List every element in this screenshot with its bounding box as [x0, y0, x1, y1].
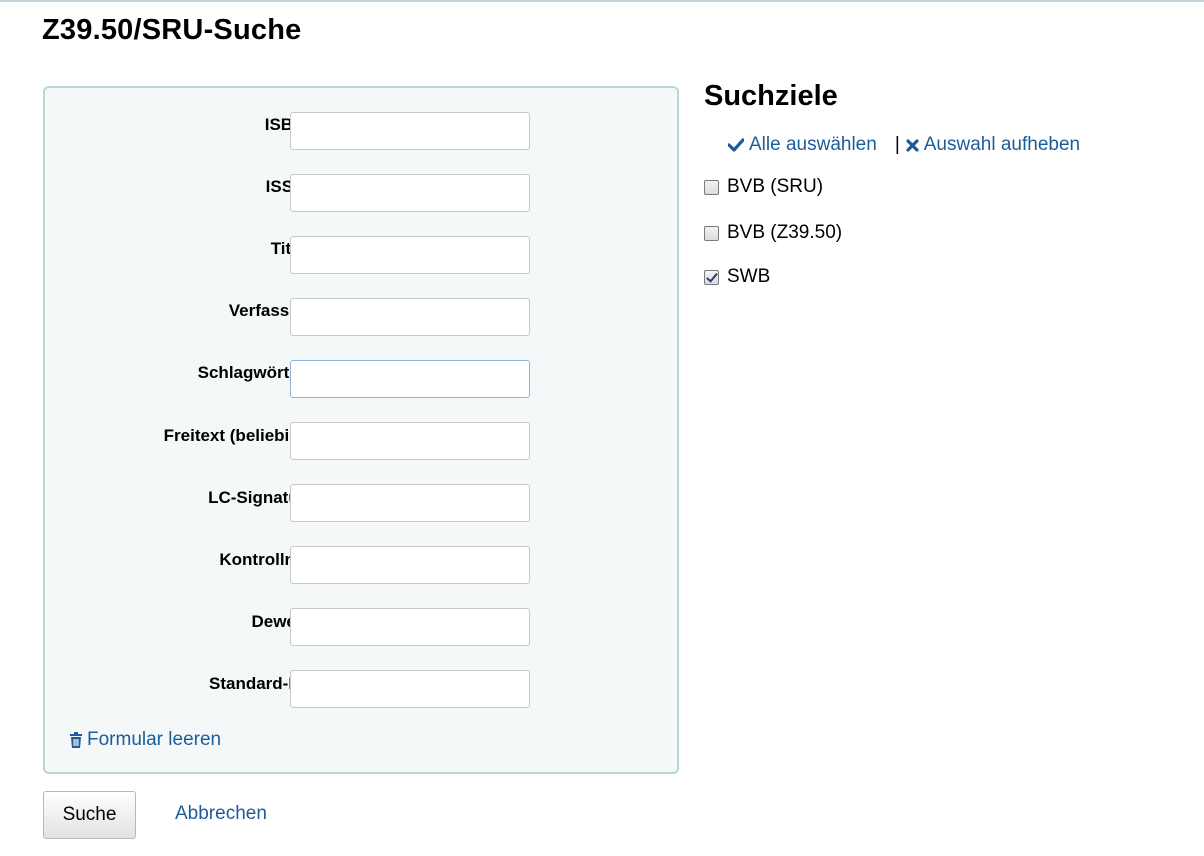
- checkmark-icon: [728, 138, 744, 152]
- title-label: Titel:: [71, 239, 311, 259]
- page-title: Z39.50/SRU-Suche: [42, 14, 302, 46]
- trash-icon: [70, 732, 82, 748]
- subject-label: Schlagwörter:: [197, 363, 311, 382]
- issn-label: ISSN:: [265, 177, 311, 196]
- clear-form-link[interactable]: Formular leeren: [69, 729, 221, 751]
- target-label: BVB (Z39.50): [727, 222, 843, 243]
- keyword-input[interactable]: [290, 422, 530, 460]
- issn-input[interactable]: [290, 174, 530, 212]
- labels-column: ISBN: ISSN: Titel: Verfasser: Schlagwört…: [73, 88, 311, 772]
- target-checkbox[interactable]: [704, 225, 719, 241]
- target-checkbox[interactable]: [704, 179, 719, 195]
- target-label: BVB (SRU): [727, 176, 824, 197]
- dewey-input[interactable]: [290, 608, 530, 646]
- standard-id-input[interactable]: [290, 670, 530, 708]
- target-item-bvb-sru[interactable]: BVB (SRU): [704, 176, 823, 198]
- target-item-swb[interactable]: SWB: [704, 266, 770, 288]
- cancel-link[interactable]: Abbrechen: [175, 803, 267, 825]
- select-all-label: Alle auswählen: [749, 134, 877, 155]
- target-checkbox[interactable]: [704, 269, 719, 285]
- isbn-label: ISBN:: [264, 115, 311, 134]
- search-form: ISBN: ISSN: Titel: Verfasser: Schlagwört…: [43, 86, 679, 774]
- title-input[interactable]: [290, 236, 530, 274]
- subject-input[interactable]: [290, 360, 530, 398]
- clear-selection-label: Auswahl aufheben: [923, 134, 1081, 155]
- clear-form-label: Formular leeren: [87, 729, 222, 750]
- search-targets-title: Suchziele: [704, 80, 838, 112]
- link-separator: |: [894, 134, 900, 155]
- lc-call-number-label: LC-Signatur:: [208, 488, 311, 507]
- target-label: SWB: [727, 266, 771, 287]
- isbn-input[interactable]: [290, 112, 530, 150]
- standard-id-label: Standard-ID:: [209, 674, 311, 693]
- author-label: Verfasser:: [228, 301, 311, 320]
- keyword-label: Freitext (beliebig):: [163, 426, 311, 445]
- x-icon: [906, 138, 919, 152]
- lc-call-number-input[interactable]: [290, 484, 530, 522]
- target-selection-links: Alle auswählen | Auswahl aufheben: [728, 134, 1080, 156]
- select-all-link[interactable]: Alle auswählen: [728, 134, 877, 156]
- author-input[interactable]: [290, 298, 530, 336]
- dewey-label: Dewey:: [251, 612, 311, 631]
- control-number-label: Kontrollnr.:: [219, 550, 311, 569]
- top-border: [0, 0, 1204, 2]
- target-item-bvb-z3950[interactable]: BVB (Z39.50): [704, 222, 842, 244]
- control-number-input[interactable]: [290, 546, 530, 584]
- clear-selection-link[interactable]: Auswahl aufheben: [906, 134, 1080, 156]
- search-button[interactable]: Suche: [43, 791, 136, 839]
